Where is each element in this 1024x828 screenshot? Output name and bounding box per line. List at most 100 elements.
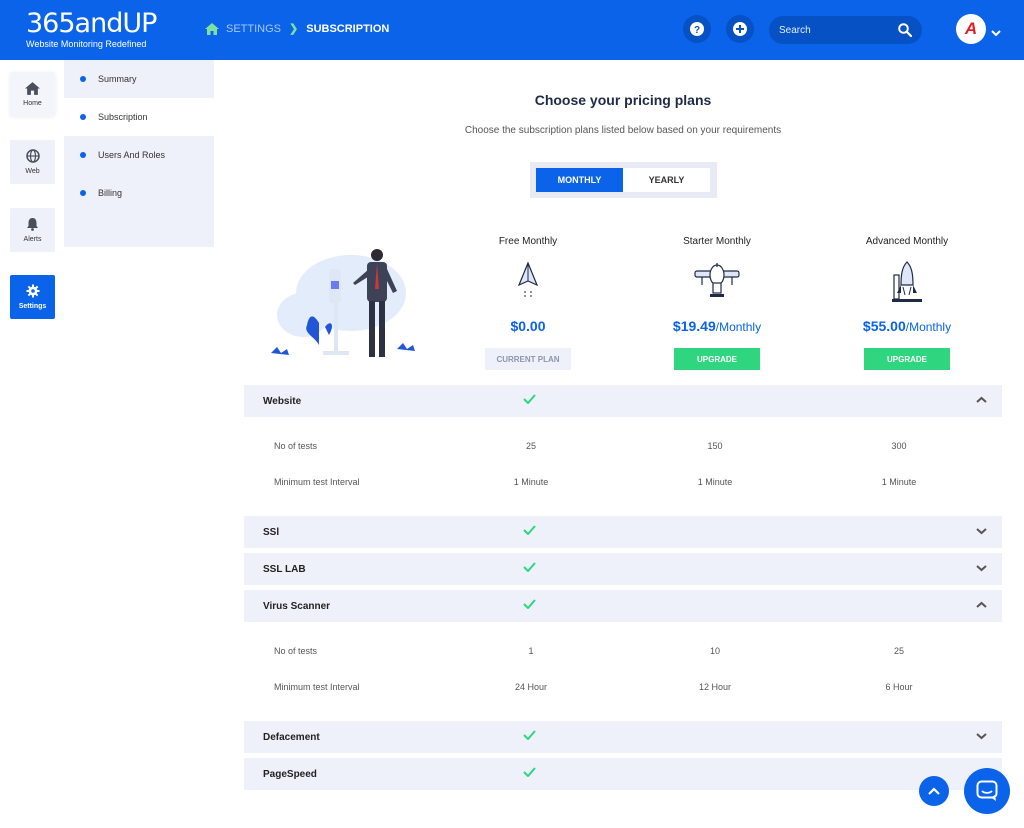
chevron-down-icon[interactable] <box>976 527 987 535</box>
settings-subnav: Summary Subscription Users And Roles Bil… <box>64 60 214 247</box>
question-icon: ? <box>690 22 704 36</box>
search-box <box>769 16 922 44</box>
feature-value-free: 25 <box>525 441 536 451</box>
page-subtitle: Choose the subscription plans listed bel… <box>464 125 782 136</box>
brand-tagline: Website Monitoring Redefined <box>26 39 147 49</box>
subnav-label: Subscription <box>98 112 148 122</box>
feature-ssl-lab-header[interactable]: SSL LAB <box>244 553 1002 585</box>
subnav-billing[interactable]: Billing <box>64 174 214 212</box>
chat-button[interactable] <box>964 768 1010 814</box>
chevron-up-icon <box>928 787 940 795</box>
scroll-to-top-button[interactable] <box>919 776 949 806</box>
chevron-up-icon[interactable] <box>976 601 987 609</box>
nav-web[interactable]: Web <box>10 140 55 184</box>
nav-home-label: Home <box>23 99 42 107</box>
plan-name: Advanced Monthly <box>865 236 949 247</box>
feature-value-advanced: 1 Minute <box>881 477 917 487</box>
chevron-down-icon[interactable] <box>976 564 987 572</box>
subnav-users-and-roles[interactable]: Users And Roles <box>64 136 214 174</box>
search-input[interactable] <box>779 24 889 36</box>
feature-ssl-header[interactable]: SSl <box>244 516 1002 548</box>
feature-value-free: 1 <box>528 646 534 656</box>
bullet-icon <box>80 190 86 196</box>
subnav-summary[interactable]: Summary <box>64 60 214 98</box>
home-icon <box>25 81 40 95</box>
breadcrumb-settings[interactable]: SETTINGS <box>226 23 281 35</box>
plan-price: $0.00 <box>510 318 546 334</box>
check-icon <box>523 767 536 777</box>
plus-circle-icon <box>733 22 747 36</box>
feature-virus-scanner-header[interactable]: Virus Scanner <box>244 590 1002 622</box>
upgrade-button[interactable]: UPGRADE <box>864 348 950 370</box>
subnav-subscription[interactable]: Subscription <box>64 98 214 136</box>
feature-website-header[interactable]: Website <box>244 385 1002 417</box>
feature-pagespeed-header[interactable]: PageSpeed <box>244 758 1002 790</box>
bullet-icon <box>80 152 86 158</box>
bell-icon <box>26 217 39 231</box>
pricing-illustration <box>271 249 415 357</box>
feature-name: SSL LAB <box>263 563 306 575</box>
feature-row: Minimum test Interval 1 Minute 1 Minute … <box>244 477 1002 497</box>
plan-period: /Monthly <box>905 320 952 334</box>
left-nav: Home Web Alerts Settings <box>0 60 64 828</box>
feature-name: Virus Scanner <box>263 600 331 612</box>
gear-icon <box>26 284 40 298</box>
airplane-icon <box>632 261 802 309</box>
feature-row-label: Minimum test Interval <box>274 682 360 692</box>
add-button[interactable] <box>726 15 754 43</box>
feature-value-starter: 12 Hour <box>698 682 732 692</box>
check-icon <box>523 394 536 404</box>
plan-name: Starter Monthly <box>683 236 751 247</box>
feature-row: No of tests 25 150 300 <box>244 441 1002 461</box>
help-button[interactable]: ? <box>683 15 711 43</box>
chevron-down-icon[interactable] <box>991 24 1001 42</box>
monthly-tab[interactable]: MONTHLY <box>536 168 623 192</box>
feature-defacement-header[interactable]: Defacement <box>244 721 1002 753</box>
check-icon <box>523 562 536 572</box>
feature-value-starter: 10 <box>709 646 720 656</box>
breadcrumb-current: SUBSCRIPTION <box>306 22 390 35</box>
feature-value-free: 1 Minute <box>513 477 549 487</box>
avatar[interactable]: A <box>956 14 986 44</box>
brand-name: 365andUP <box>26 8 157 39</box>
nav-settings[interactable]: Settings <box>10 275 55 319</box>
plan-card-starter: Starter Monthly $19.49/Monthly UPGRADE <box>632 236 802 370</box>
subnav-label: Users And Roles <box>98 150 166 160</box>
upgrade-button[interactable]: UPGRADE <box>674 348 760 370</box>
bullet-icon <box>80 114 86 120</box>
rocket-icon <box>822 261 992 309</box>
feature-row-label: No of tests <box>274 441 318 451</box>
feature-name: Website <box>263 395 302 407</box>
chevron-down-icon[interactable] <box>976 732 987 740</box>
feature-value-advanced: 25 <box>893 646 904 656</box>
feature-row: No of tests 1 10 25 <box>244 646 1002 666</box>
check-icon <box>523 599 536 609</box>
page-title: Choose your pricing plans <box>534 92 712 108</box>
billing-period-toggle: MONTHLY YEARLY <box>530 162 717 198</box>
check-icon <box>523 525 536 535</box>
brand-logo[interactable]: 365andUP Website Monitoring Redefined <box>26 8 157 50</box>
nav-home[interactable]: Home <box>10 72 55 116</box>
paper-plane-icon <box>443 261 613 309</box>
breadcrumb: SETTINGS ❯ SUBSCRIPTION <box>205 22 389 35</box>
bullet-icon <box>80 76 86 82</box>
feature-name: SSl <box>263 526 280 538</box>
globe-icon <box>25 149 40 163</box>
nav-settings-label: Settings <box>18 303 47 310</box>
yearly-tab[interactable]: YEARLY <box>623 168 710 192</box>
plan-card-advanced: Advanced Monthly $55.00/Monthly UPGRADE <box>822 236 992 370</box>
feature-row-label: No of tests <box>274 646 318 656</box>
chevron-up-icon[interactable] <box>976 396 987 404</box>
current-plan-button[interactable]: CURRENT PLAN <box>485 348 571 370</box>
check-icon <box>523 730 536 740</box>
feature-name: PageSpeed <box>263 768 317 780</box>
search-icon[interactable] <box>898 23 912 37</box>
home-icon[interactable] <box>205 22 219 35</box>
feature-name: Defacement <box>263 731 320 743</box>
feature-row-label: Minimum test Interval <box>274 477 360 487</box>
feature-value-starter: 150 <box>707 441 723 451</box>
nav-alerts[interactable]: Alerts <box>10 208 55 252</box>
top-bar: 365andUP Website Monitoring Redefined SE… <box>0 0 1024 60</box>
nav-web-label: Web <box>25 168 40 175</box>
subnav-label: Billing <box>98 188 123 198</box>
